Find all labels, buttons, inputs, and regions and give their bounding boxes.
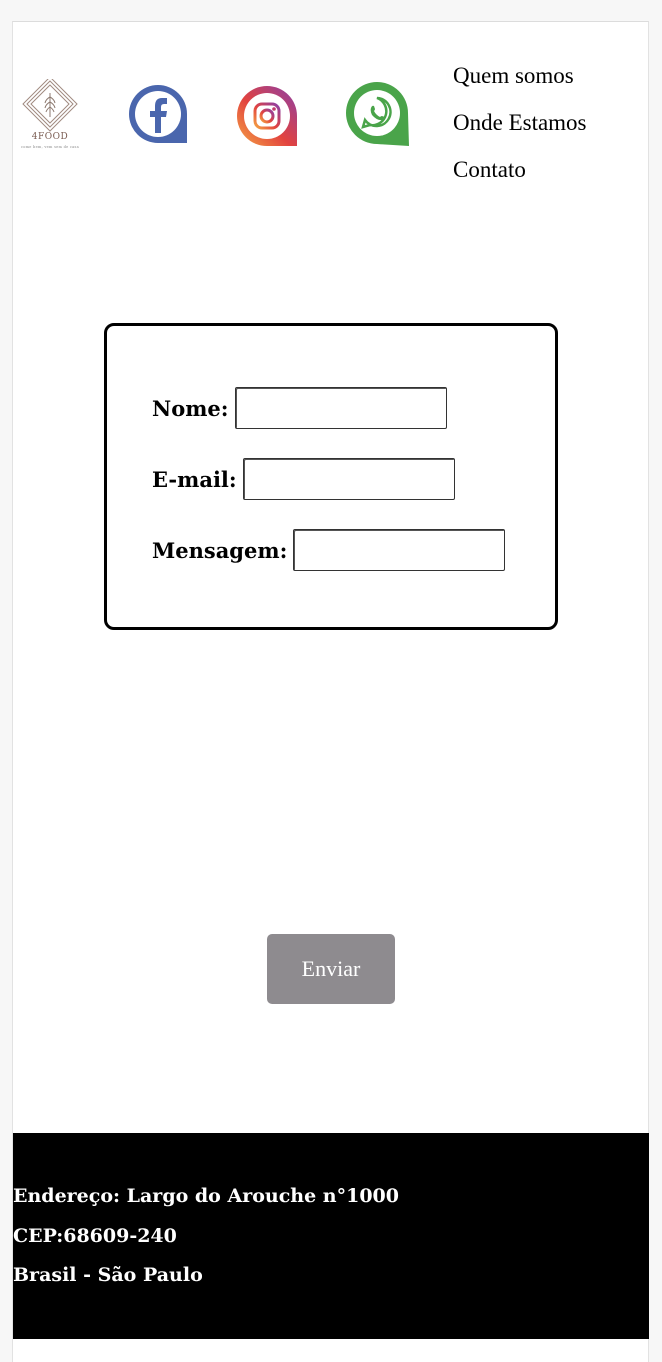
- brand-name: 4FOOD: [31, 132, 69, 142]
- main-nav: Quem somos Onde Estamos Contato: [453, 58, 643, 199]
- footer-address: Endereço: Largo do Arouche n°1000: [13, 1185, 399, 1207]
- mensagem-row: Mensagem:: [152, 529, 506, 571]
- whatsapp-link[interactable]: [344, 80, 410, 149]
- mensagem-label: Mensagem:: [152, 537, 288, 563]
- instagram-icon: [237, 86, 297, 146]
- facebook-icon: [129, 85, 187, 143]
- site-footer: Endereço: Largo do Arouche n°1000 CEP:68…: [13, 1133, 649, 1339]
- brand-tagline: come bem, vem sem de casa: [20, 145, 80, 149]
- nome-label: Nome:: [152, 395, 229, 421]
- whatsapp-icon: [346, 82, 409, 146]
- instagram-link[interactable]: [234, 84, 300, 153]
- nome-input[interactable]: [234, 387, 447, 429]
- email-input[interactable]: [242, 458, 455, 500]
- email-row: E-mail:: [152, 458, 455, 500]
- mensagem-input[interactable]: [293, 529, 506, 571]
- footer-cep: CEP:68609-240: [13, 1225, 177, 1247]
- brand-logo[interactable]: 4FOOD come bem, vem sem de casa: [15, 79, 85, 154]
- logo-diamond-icon: [22, 79, 78, 132]
- nav-contato[interactable]: Contato: [453, 152, 643, 199]
- site-header: 4FOOD come bem, vem sem de casa Quem som…: [13, 22, 648, 222]
- nome-row: Nome:: [152, 387, 447, 429]
- facebook-link[interactable]: [125, 81, 191, 150]
- enviar-button[interactable]: Enviar: [267, 934, 395, 1004]
- nav-onde-estamos[interactable]: Onde Estamos: [453, 105, 643, 152]
- page: 4FOOD come bem, vem sem de casa Quem som…: [12, 21, 649, 1362]
- contact-form: Nome: E-mail: Mensagem:: [104, 323, 558, 630]
- nav-quem-somos[interactable]: Quem somos: [453, 58, 643, 105]
- email-label: E-mail:: [152, 466, 237, 492]
- footer-country: Brasil - São Paulo: [13, 1264, 203, 1286]
